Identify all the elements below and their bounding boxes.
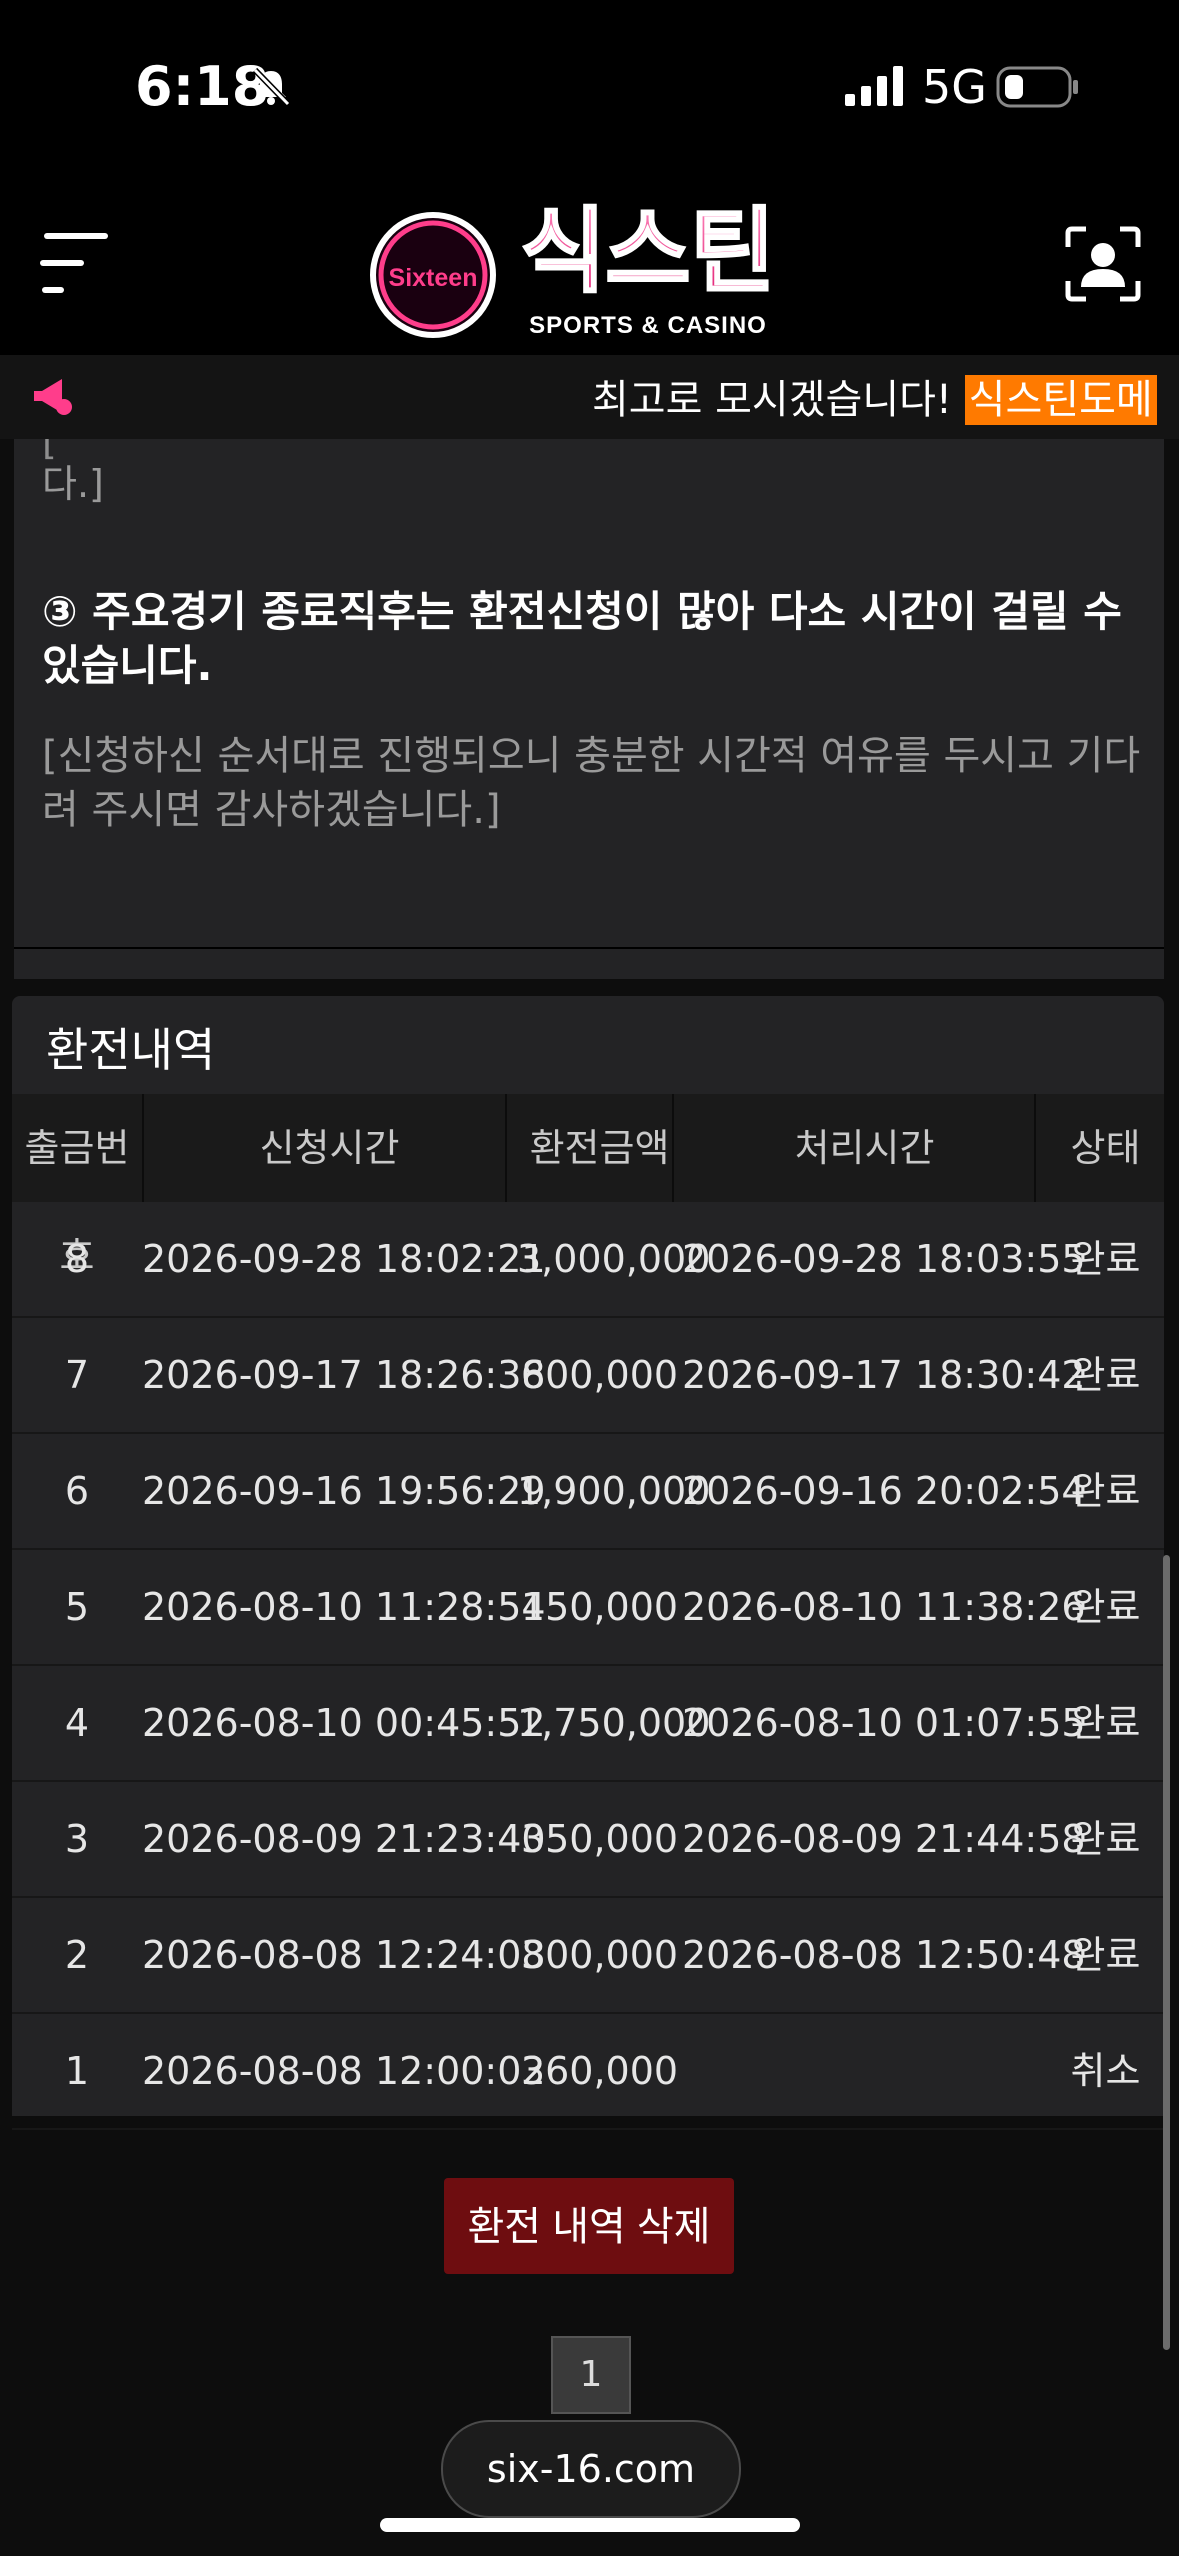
home-indicator xyxy=(380,2518,800,2532)
cell-status: 완료 xyxy=(1070,1237,1141,1281)
table-row: 3 2026-08-09 21:23:40 350,000 2026-08-09… xyxy=(12,1782,1164,1898)
cell-amount: 1,750,000 xyxy=(517,1701,711,1745)
withdrawal-history-panel: 환전내역 출금번호 신청시간 환전금액 처리시간 상태 8 2026-09-28… xyxy=(12,996,1164,2130)
withdrawal-notice: [ 다.] ③ 주요경기 종료직후는 환전신청이 많아 다소 시간이 걸릴 수 … xyxy=(14,439,1164,979)
column-header-amount: 환전금액 xyxy=(529,1126,670,1170)
column-separator xyxy=(505,1094,507,1202)
column-header-number: 출금번호 xyxy=(24,1126,130,1278)
pagination-page-1[interactable]: 1 xyxy=(551,2336,631,2414)
cell-processed: 2026-09-16 20:02:54 xyxy=(682,1469,1086,1513)
network-label: 5G xyxy=(922,60,987,114)
divider xyxy=(14,947,1164,949)
delete-history-button[interactable]: 환전 내역 삭제 xyxy=(444,2178,734,2274)
cell-requested: 2026-09-16 19:56:29 xyxy=(142,1469,546,1513)
cell-amount: 360,000 xyxy=(520,2049,679,2093)
table-row: 6 2026-09-16 19:56:29 1,900,000 2026-09-… xyxy=(12,1434,1164,1550)
announcement-marquee: 최고로 모시겠습니다! 식스틴도메 xyxy=(0,355,1179,439)
table-row: 1 2026-08-08 12:00:02 360,000 취소 xyxy=(12,2014,1164,2130)
cell-status: 완료 xyxy=(1070,1585,1141,1629)
cell-status: 완료 xyxy=(1070,1933,1141,1977)
status-bar: 6:18 5G xyxy=(0,0,1179,175)
column-header-requested: 신청시간 xyxy=(259,1126,400,1170)
cell-requested: 2026-08-08 12:24:08 xyxy=(142,1933,546,1977)
logo-badge: Sixteen xyxy=(389,264,478,292)
table-row: 7 2026-09-17 18:26:38 600,000 2026-09-17… xyxy=(12,1318,1164,1434)
cell-number: 1 xyxy=(64,2049,90,2093)
cell-amount: 1,900,000 xyxy=(517,1469,711,1513)
cell-status: 취소 xyxy=(1070,2049,1141,2093)
cell-status: 완료 xyxy=(1070,1469,1141,1513)
cell-processed: 2026-08-08 12:50:48 xyxy=(682,1933,1086,1977)
cell-number: 2 xyxy=(64,1933,90,1977)
table-header: 출금번호 신청시간 환전금액 처리시간 상태 xyxy=(12,1094,1164,1278)
cell-requested: 2026-08-10 11:28:54 xyxy=(142,1585,546,1629)
cell-amount: 3,000,000 xyxy=(517,1237,711,1281)
cell-amount: 600,000 xyxy=(520,1353,679,1397)
marquee-message: 최고로 모시겠습니다! xyxy=(592,377,952,423)
cell-processed xyxy=(682,2014,1047,2128)
cell-requested: 2026-09-17 18:26:38 xyxy=(142,1353,546,1397)
signal-icon xyxy=(845,66,903,106)
cell-number: 6 xyxy=(64,1469,90,1513)
column-separator xyxy=(142,1094,144,1202)
cell-status: 완료 xyxy=(1070,1353,1141,1397)
column-header-processed: 처리시간 xyxy=(794,1126,935,1170)
menu-icon[interactable] xyxy=(38,231,112,295)
profile-icon[interactable] xyxy=(1064,225,1142,303)
site-header: Sixteen 식스틴 SPORTS & CASINO xyxy=(0,175,1179,355)
table-body: 8 2026-09-28 18:02:21 3,000,000 2026-09-… xyxy=(12,1202,1164,2130)
table-row: 4 2026-08-10 00:45:52 1,750,000 2026-08-… xyxy=(12,1666,1164,1782)
cell-amount: 300,000 xyxy=(520,1933,679,1977)
cell-processed: 2026-09-17 18:30:42 xyxy=(682,1353,1086,1397)
cell-number: 5 xyxy=(64,1585,90,1629)
cell-requested: 2026-09-28 18:02:21 xyxy=(142,1237,546,1281)
logo-subtitle: SPORTS & CASINO xyxy=(529,312,767,339)
cell-processed: 2026-08-10 11:38:26 xyxy=(682,1585,1086,1629)
cell-amount: 350,000 xyxy=(520,1817,679,1861)
cell-requested: 2026-08-10 00:45:52 xyxy=(142,1701,546,1745)
cell-number: 7 xyxy=(64,1353,90,1397)
battery-icon xyxy=(996,66,1078,108)
history-title: 환전내역 xyxy=(46,1023,216,1077)
notice-subtext: [신청하신 순서대로 진행되오니 충분한 시간적 여유를 두시고 기다려 주시면… xyxy=(42,733,1141,833)
cell-requested: 2026-08-08 12:00:02 xyxy=(142,2049,546,2093)
cell-number: 8 xyxy=(64,1237,90,1281)
cell-processed: 2026-09-28 18:03:55 xyxy=(682,1237,1086,1281)
scrollbar[interactable] xyxy=(1163,1555,1170,2350)
cell-processed: 2026-08-09 21:44:58 xyxy=(682,1817,1086,1861)
cell-status: 완료 xyxy=(1070,1817,1141,1861)
bell-muted-icon xyxy=(252,67,291,107)
column-header-status: 상태 xyxy=(1070,1126,1141,1170)
site-logo[interactable]: Sixteen 식스틴 SPORTS & CASINO xyxy=(370,195,810,345)
cell-status: 완료 xyxy=(1070,1701,1141,1745)
megaphone-icon xyxy=(34,379,72,415)
cell-amount: 150,000 xyxy=(520,1585,679,1629)
logo-title: 식스틴 xyxy=(521,198,775,305)
notice-cut-text-end: 다.] xyxy=(42,462,104,506)
column-separator xyxy=(1034,1094,1036,1202)
cell-number: 3 xyxy=(64,1817,90,1861)
domain-pill[interactable]: six-16.com xyxy=(441,2420,741,2518)
marquee-highlight: 식스틴도메 xyxy=(964,375,1157,425)
cell-processed: 2026-08-10 01:07:55 xyxy=(682,1701,1086,1745)
table-row: 5 2026-08-10 11:28:54 150,000 2026-08-10… xyxy=(12,1550,1164,1666)
table-row: 8 2026-09-28 18:02:21 3,000,000 2026-09-… xyxy=(12,1202,1164,1318)
column-separator xyxy=(672,1094,674,1202)
cell-number: 4 xyxy=(64,1701,90,1745)
marquee-text: 최고로 모시겠습니다! 식스틴도메 xyxy=(592,367,1157,425)
notice-heading: ③ 주요경기 종료직후는 환전신청이 많아 다소 시간이 걸릴 수 있습니다. xyxy=(42,587,1122,690)
cell-requested: 2026-08-09 21:23:40 xyxy=(142,1817,546,1861)
table-row: 2 2026-08-08 12:24:08 300,000 2026-08-08… xyxy=(12,1898,1164,2014)
